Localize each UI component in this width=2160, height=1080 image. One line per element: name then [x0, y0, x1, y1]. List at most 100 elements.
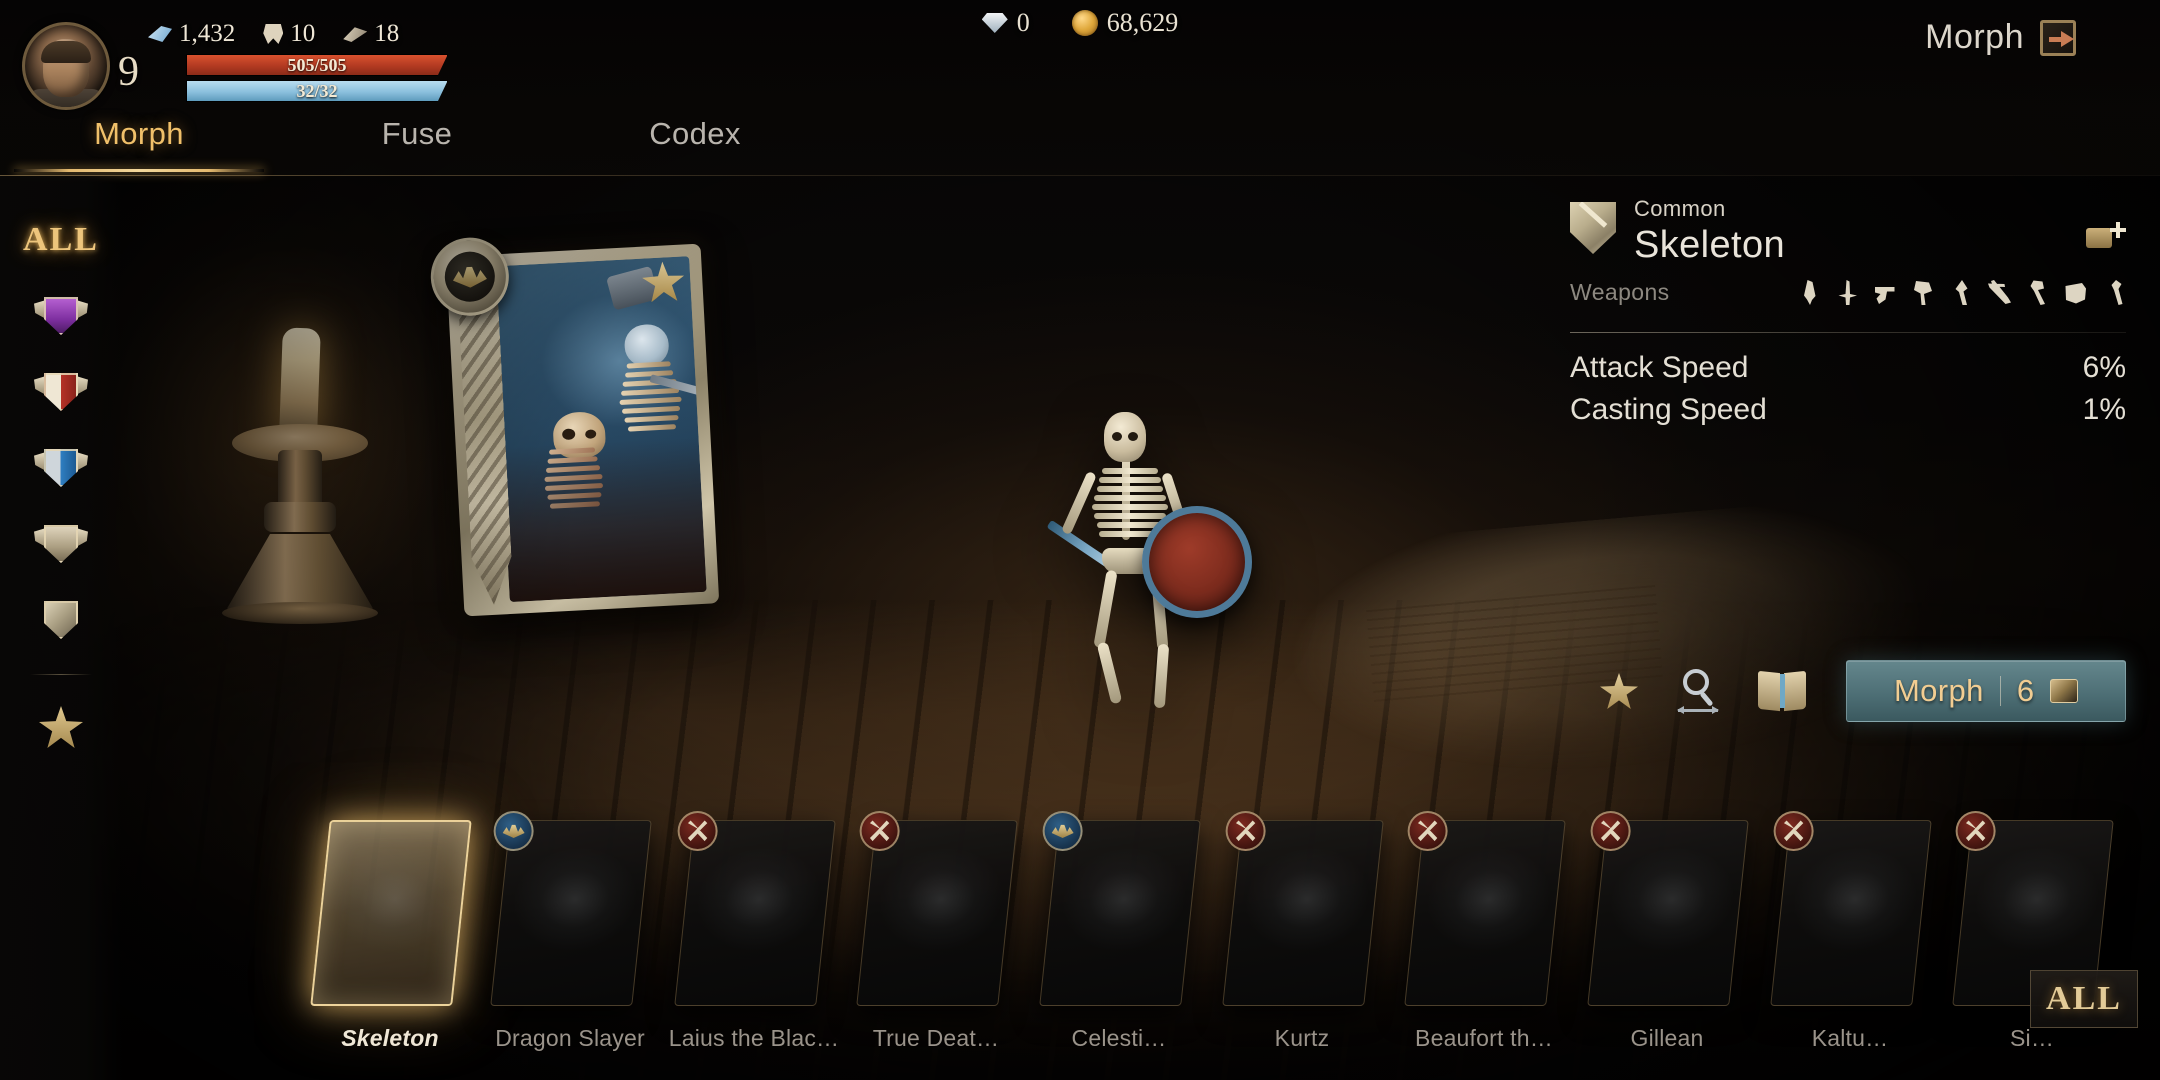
rare-crest-icon	[34, 443, 84, 493]
mana-value: 32/32	[296, 81, 338, 101]
tray-all-filter[interactable]: ALL	[2030, 970, 2138, 1028]
sidebar-item-favorites[interactable]	[25, 691, 97, 763]
stat-label: Attack Speed	[1570, 351, 1749, 384]
pistol-icon	[1875, 287, 1895, 304]
action-row: Morph 6	[1600, 660, 2126, 722]
stat-label: Casting Speed	[1570, 393, 1767, 426]
card-art-thumb	[863, 827, 1011, 999]
shield-prop	[1142, 506, 1252, 618]
screen-title: Morph	[1925, 18, 2024, 56]
crossed-swords-badge-icon	[1407, 811, 1448, 851]
sword-icon	[1838, 280, 1857, 305]
crossed-swords-badge-icon	[1590, 811, 1631, 851]
card-art-thumb	[1411, 827, 1559, 999]
gem-amount: 0	[1016, 8, 1030, 37]
tray-card[interactable]	[1404, 811, 1566, 1006]
card-art-thumb	[1594, 827, 1742, 999]
rarity-filter-rare[interactable]	[25, 432, 97, 504]
skeleton-model	[1030, 370, 1260, 730]
tray-card-name: Kurtz	[1274, 1025, 1330, 1051]
health-bar: 505/505	[186, 54, 448, 76]
card-artwork	[492, 256, 707, 603]
tray-card[interactable]	[674, 811, 836, 1006]
stat-row-attack-speed: Attack Speed 6%	[1570, 347, 2126, 389]
currency-bar: 0 68,629	[0, 8, 2160, 38]
stat-value: 1%	[2082, 393, 2126, 426]
featured-card[interactable]	[428, 235, 720, 617]
star-icon	[39, 706, 83, 748]
currency-gems[interactable]: 0	[981, 8, 1030, 38]
tray-card-name: Si…	[2009, 1025, 2055, 1051]
tray-card-name: Beaufort th…	[1415, 1025, 1553, 1051]
morph-button-separator	[1999, 676, 2001, 706]
fist-icon	[2065, 283, 2086, 304]
common-shield-icon	[1570, 202, 1616, 254]
uncommon-crest-icon	[34, 519, 84, 569]
card-art-thumb	[1046, 827, 1194, 999]
rarity-filter-uncommon[interactable]	[25, 508, 97, 580]
screen-title-group: Morph	[1925, 18, 2076, 57]
tab-fuse[interactable]: Fuse	[278, 112, 556, 152]
crossed-swords-badge-icon	[677, 811, 718, 851]
card-art-thumb	[319, 828, 463, 998]
tray-card[interactable]	[1587, 811, 1749, 1006]
rarity-filter-legendary[interactable]	[25, 280, 97, 352]
unit-add-icon[interactable]	[2086, 222, 2126, 252]
staff-icon	[2030, 280, 2045, 305]
book-icon[interactable]	[1758, 670, 1806, 712]
gem-icon	[981, 13, 1008, 33]
dagger-icon	[1804, 280, 1816, 305]
coin-icon	[1071, 10, 1098, 36]
crossed-swords-badge-icon	[859, 811, 900, 851]
tray-card[interactable]	[310, 820, 472, 1006]
bow-icon	[1988, 280, 2011, 304]
rarity-filter-epic[interactable]	[25, 356, 97, 428]
tab-morph[interactable]: Morph	[0, 104, 278, 172]
stat-row-casting-speed: Casting Speed 1%	[1570, 389, 2126, 431]
tray-card[interactable]	[490, 811, 652, 1006]
exit-arrow-icon[interactable]	[2040, 19, 2076, 56]
common-crest-icon	[38, 595, 84, 645]
winged-crest-badge-icon	[493, 811, 534, 851]
tray-card[interactable]	[856, 811, 1018, 1006]
morph-screen: 9 1,432 10 18 505/505 32/32 0 68,629 Mor…	[0, 0, 2160, 1080]
player-bars: 505/505 32/32	[186, 54, 448, 106]
tray-card-name: Gillean	[1630, 1025, 1704, 1051]
tray-card-name: Laius the Blac…	[668, 1025, 840, 1051]
morph-button-label: Morph	[1893, 673, 1984, 708]
card-tray: Skeleton Dragon Slayer Laius the Blac… True…	[0, 800, 2160, 1080]
card-art-thumb	[1777, 827, 1925, 999]
tab-bar: Morph Fuse Codex	[0, 104, 834, 176]
spear-icon	[1955, 280, 1968, 305]
morph-button[interactable]: Morph 6	[1846, 660, 2126, 722]
tray-card-name: Dragon Slayer	[495, 1025, 645, 1051]
tray-card-name: Celesti…	[1071, 1025, 1167, 1051]
card-detail-header: Common Skeleton	[1570, 196, 2126, 267]
favorite-star-icon[interactable]	[1600, 673, 1638, 709]
card-detail-panel: Common Skeleton Weapons Attack Speed 6% …	[1570, 196, 2126, 431]
crossed-swords-badge-icon	[1225, 811, 1266, 851]
card-rarity: Common	[1634, 196, 1726, 221]
tray-card[interactable]	[1222, 811, 1384, 1006]
search-compare-icon[interactable]	[1677, 669, 1719, 714]
rarity-filter-common[interactable]	[25, 584, 97, 656]
crossed-swords-badge-icon	[1955, 811, 1996, 851]
player-level: 9	[118, 49, 139, 95]
tray-all-filter-label: ALL	[2046, 980, 2122, 1017]
weapons-row: Weapons	[1570, 267, 2126, 316]
tab-codex[interactable]: Codex	[556, 112, 834, 152]
sidebar-item-all[interactable]: ALL	[23, 204, 97, 276]
tray-card-name: Skeleton	[341, 1025, 439, 1051]
morph-cost-value: 6	[2016, 673, 2035, 708]
gold-amount: 68,629	[1106, 8, 1179, 37]
tray-card-name: Kaltu…	[1811, 1025, 1889, 1051]
mana-bar: 32/32	[186, 80, 448, 102]
candle-prop	[215, 320, 385, 630]
winged-crest-badge-icon	[1042, 811, 1083, 851]
stat-value: 6%	[2082, 351, 2126, 384]
sidebar-divider	[30, 674, 92, 675]
currency-gold[interactable]: 68,629	[1071, 8, 1179, 38]
tray-card[interactable]	[1770, 811, 1932, 1006]
epic-crest-icon	[34, 367, 84, 417]
tray-card[interactable]	[1039, 811, 1201, 1006]
